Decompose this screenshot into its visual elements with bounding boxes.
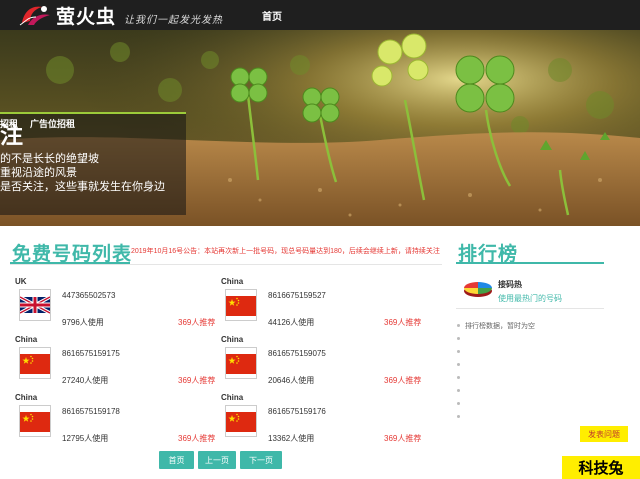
hero-link-ad-rent[interactable]: 广告位招租 bbox=[30, 117, 75, 130]
ranking-item-desc[interactable]: 使用最热门的号码 bbox=[498, 293, 562, 304]
logo-slogan: 让我们一起发光发热 bbox=[124, 14, 224, 26]
announcement-text: 2019年10月16号公告：本站再次新上一批号码，现总号码量达到180，后续会继… bbox=[131, 248, 440, 255]
pagination-first-button[interactable]: 首页 bbox=[159, 451, 194, 469]
card-recommend-count[interactable]: 369人推荐 bbox=[178, 433, 215, 444]
card-country: China bbox=[15, 393, 38, 402]
pagination-next-button[interactable]: 下一页 bbox=[240, 451, 282, 469]
list-bullet bbox=[457, 376, 460, 379]
card-phone-number[interactable]: 8616575159178 bbox=[62, 407, 120, 416]
hero-link-rent[interactable]: 招租 bbox=[0, 117, 18, 130]
list-bullet bbox=[457, 402, 460, 405]
feedback-button[interactable]: 发表问题 bbox=[580, 426, 628, 442]
number-card[interactable]: China 8616575159178 12795人使用 369人推荐 bbox=[15, 393, 220, 447]
card-usage-count: 44126人使用 bbox=[268, 318, 315, 327]
card-recommend-count[interactable]: 369人推荐 bbox=[178, 375, 215, 386]
card-phone-number[interactable]: 8616675159527 bbox=[268, 291, 326, 300]
card-recommend-count[interactable]: 369人推荐 bbox=[384, 375, 421, 386]
nav-home-link[interactable]: 首页 bbox=[262, 8, 282, 23]
hero-line-3: 是否关注，这些事就发生在你身边 bbox=[0, 181, 165, 193]
ranking-separator bbox=[456, 308, 604, 309]
ranking-item-name[interactable]: 接码热 bbox=[498, 279, 522, 290]
china-flag-icon bbox=[19, 347, 51, 379]
pie-chart-icon bbox=[462, 277, 494, 299]
china-flag-icon bbox=[225, 347, 257, 379]
china-flag-icon bbox=[225, 289, 257, 321]
uk-flag-icon bbox=[19, 289, 51, 321]
hero-banner: 注 的不是长长的绝望坡 重视沿途的风景 是否关注，这些事就发生在你身边 招租 广… bbox=[0, 30, 640, 226]
card-usage-count: 27240人使用 bbox=[62, 376, 109, 385]
china-flag-icon bbox=[19, 405, 51, 437]
list-bullet bbox=[457, 324, 460, 327]
number-card[interactable]: China 8616575159176 13362人使用 369人推荐 bbox=[221, 393, 426, 447]
number-card[interactable]: UK 447365502573 9796人使用 369人推荐 bbox=[15, 277, 220, 331]
list-bullet bbox=[457, 337, 460, 340]
card-country: China bbox=[221, 393, 244, 402]
number-card[interactable]: China 8616575159075 20646人使用 369人推荐 bbox=[221, 335, 426, 389]
number-card[interactable]: China 8616575159175 27240人使用 369人推荐 bbox=[15, 335, 220, 389]
list-bullet bbox=[457, 350, 460, 353]
card-usage-count: 12795人使用 bbox=[62, 434, 109, 443]
firefly-logo-icon bbox=[18, 3, 52, 27]
card-recommend-count[interactable]: 369人推荐 bbox=[384, 433, 421, 444]
card-country: China bbox=[221, 277, 244, 286]
top-navbar: 萤火虫 让我们一起发光发热 首页 bbox=[0, 0, 640, 30]
ranking-title-underline bbox=[456, 262, 604, 264]
pagination-prev-button[interactable]: 上一页 bbox=[198, 451, 236, 469]
china-flag-icon bbox=[225, 405, 257, 437]
list-bullet bbox=[457, 415, 460, 418]
card-recommend-count[interactable]: 369人推荐 bbox=[384, 317, 421, 328]
card-phone-number[interactable]: 8616575159176 bbox=[268, 407, 326, 416]
logo-name: 萤火虫 bbox=[56, 5, 117, 28]
hero-caption-box: 注 的不是长长的绝望坡 重视沿途的风景 是否关注，这些事就发生在你身边 bbox=[0, 112, 186, 215]
ranking-empty-text: 排行榜数据，暂时为空 bbox=[465, 323, 535, 330]
list-bullet bbox=[457, 389, 460, 392]
number-card[interactable]: China 8616675159527 44126人使用 369人推荐 bbox=[221, 277, 426, 331]
site-logo[interactable]: 萤火虫 让我们一起发光发热 bbox=[18, 2, 223, 28]
card-usage-count: 13362人使用 bbox=[268, 434, 315, 443]
card-phone-number[interactable]: 447365502573 bbox=[62, 291, 115, 300]
card-country: China bbox=[15, 335, 38, 344]
card-country: China bbox=[221, 335, 244, 344]
list-bullet bbox=[457, 363, 460, 366]
card-country: UK bbox=[15, 277, 27, 286]
section-divider bbox=[10, 264, 442, 265]
card-recommend-count[interactable]: 369人推荐 bbox=[178, 317, 215, 328]
card-usage-count: 20646人使用 bbox=[268, 376, 315, 385]
card-phone-number[interactable]: 8616575159175 bbox=[62, 349, 120, 358]
card-usage-count: 9796人使用 bbox=[62, 318, 104, 327]
watermark-badge: 科技兔 bbox=[562, 456, 640, 479]
card-phone-number[interactable]: 8616575159075 bbox=[268, 349, 326, 358]
